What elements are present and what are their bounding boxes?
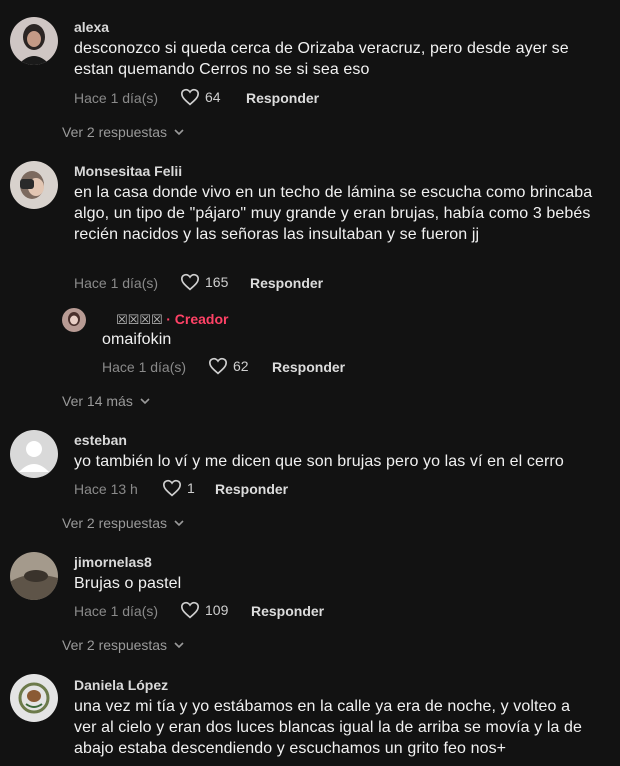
- chevron-down-icon: [174, 129, 184, 136]
- like-button[interactable]: 109: [180, 601, 228, 619]
- reply-button[interactable]: Responder: [215, 481, 288, 497]
- like-count: 62: [233, 358, 249, 374]
- comment-timestamp: Hace 1 día(s): [74, 90, 159, 106]
- heart-outline-icon: [180, 88, 200, 106]
- like-button[interactable]: 62: [208, 357, 249, 375]
- comment-username[interactable]: esteban: [74, 432, 127, 448]
- view-replies-label: Ver 2 respuestas: [62, 515, 168, 531]
- reply-button[interactable]: Responder: [250, 275, 323, 291]
- reply-button[interactable]: Responder: [246, 90, 319, 106]
- chevron-down-icon: [174, 520, 184, 527]
- like-count: 1: [187, 480, 195, 496]
- avatar[interactable]: [10, 161, 58, 209]
- comment-meta: Hace 1 día(s) 64 Responder: [74, 88, 319, 106]
- reply-username[interactable]: ☒☒☒☒: [116, 312, 163, 327]
- like-button[interactable]: 165: [180, 273, 228, 291]
- comment-meta: Hace 1 día(s) 165 Responder: [74, 273, 323, 291]
- like-count: 64: [205, 89, 221, 105]
- comment-username[interactable]: Monsesitaa Felii: [74, 163, 182, 179]
- comment-meta: Hace 13 h 1 Responder: [74, 479, 288, 497]
- comment-timestamp: Hace 1 día(s): [74, 603, 159, 619]
- view-replies-button[interactable]: Ver 2 respuestas: [62, 637, 185, 653]
- view-replies-label: Ver 2 respuestas: [62, 124, 168, 140]
- reply-meta: Hace 1 día(s) 62 Responder: [102, 357, 345, 375]
- comment-username[interactable]: jimornelas8: [74, 554, 152, 570]
- comment-text: en la casa donde vivo en un techo de lám…: [74, 184, 593, 243]
- reply-button[interactable]: Responder: [251, 603, 324, 619]
- heart-outline-icon: [180, 601, 200, 619]
- view-replies-label: Ver 2 respuestas: [62, 637, 168, 653]
- heart-outline-icon: [162, 479, 182, 497]
- chevron-down-icon: [174, 642, 184, 649]
- comment-timestamp: Hace 13 h: [74, 481, 138, 497]
- view-replies-label: Ver 14 más: [62, 393, 133, 409]
- comment-text: una vez mi tía y yo estábamos en la call…: [74, 698, 583, 757]
- comment-meta: Hace 1 día(s) 109 Responder: [74, 601, 324, 619]
- like-count: 165: [205, 274, 229, 290]
- like-count: 109: [205, 602, 229, 618]
- reply-timestamp: Hace 1 día(s): [102, 359, 187, 375]
- avatar[interactable]: [10, 674, 58, 722]
- avatar[interactable]: [62, 308, 86, 332]
- reply-text: omaifokin: [102, 331, 172, 348]
- heart-outline-icon: [208, 357, 228, 375]
- avatar[interactable]: [10, 17, 58, 65]
- comment-username[interactable]: Daniela López: [74, 677, 168, 693]
- comment-text: Brujas o pastel: [74, 575, 182, 592]
- avatar[interactable]: [10, 552, 58, 600]
- reply-button[interactable]: Responder: [272, 359, 345, 375]
- view-replies-button[interactable]: Ver 2 respuestas: [62, 124, 185, 140]
- comment-username[interactable]: alexa: [74, 19, 109, 35]
- comment-text: yo también lo ví y me dicen que son bruj…: [74, 453, 564, 470]
- view-more-replies-button[interactable]: Ver 14 más: [62, 393, 151, 409]
- like-button[interactable]: 64: [180, 88, 221, 106]
- reply-username-row: ☒☒☒☒ · Creador: [116, 311, 228, 328]
- view-replies-button[interactable]: Ver 2 respuestas: [62, 515, 185, 531]
- chevron-down-icon: [140, 398, 150, 405]
- like-button[interactable]: 1: [162, 479, 195, 497]
- comment-text: desconozco si queda cerca de Orizaba ver…: [74, 40, 569, 78]
- heart-outline-icon: [180, 273, 200, 291]
- avatar[interactable]: [10, 430, 58, 478]
- comment-timestamp: Hace 1 día(s): [74, 275, 159, 291]
- creator-badge: · Creador: [166, 311, 229, 327]
